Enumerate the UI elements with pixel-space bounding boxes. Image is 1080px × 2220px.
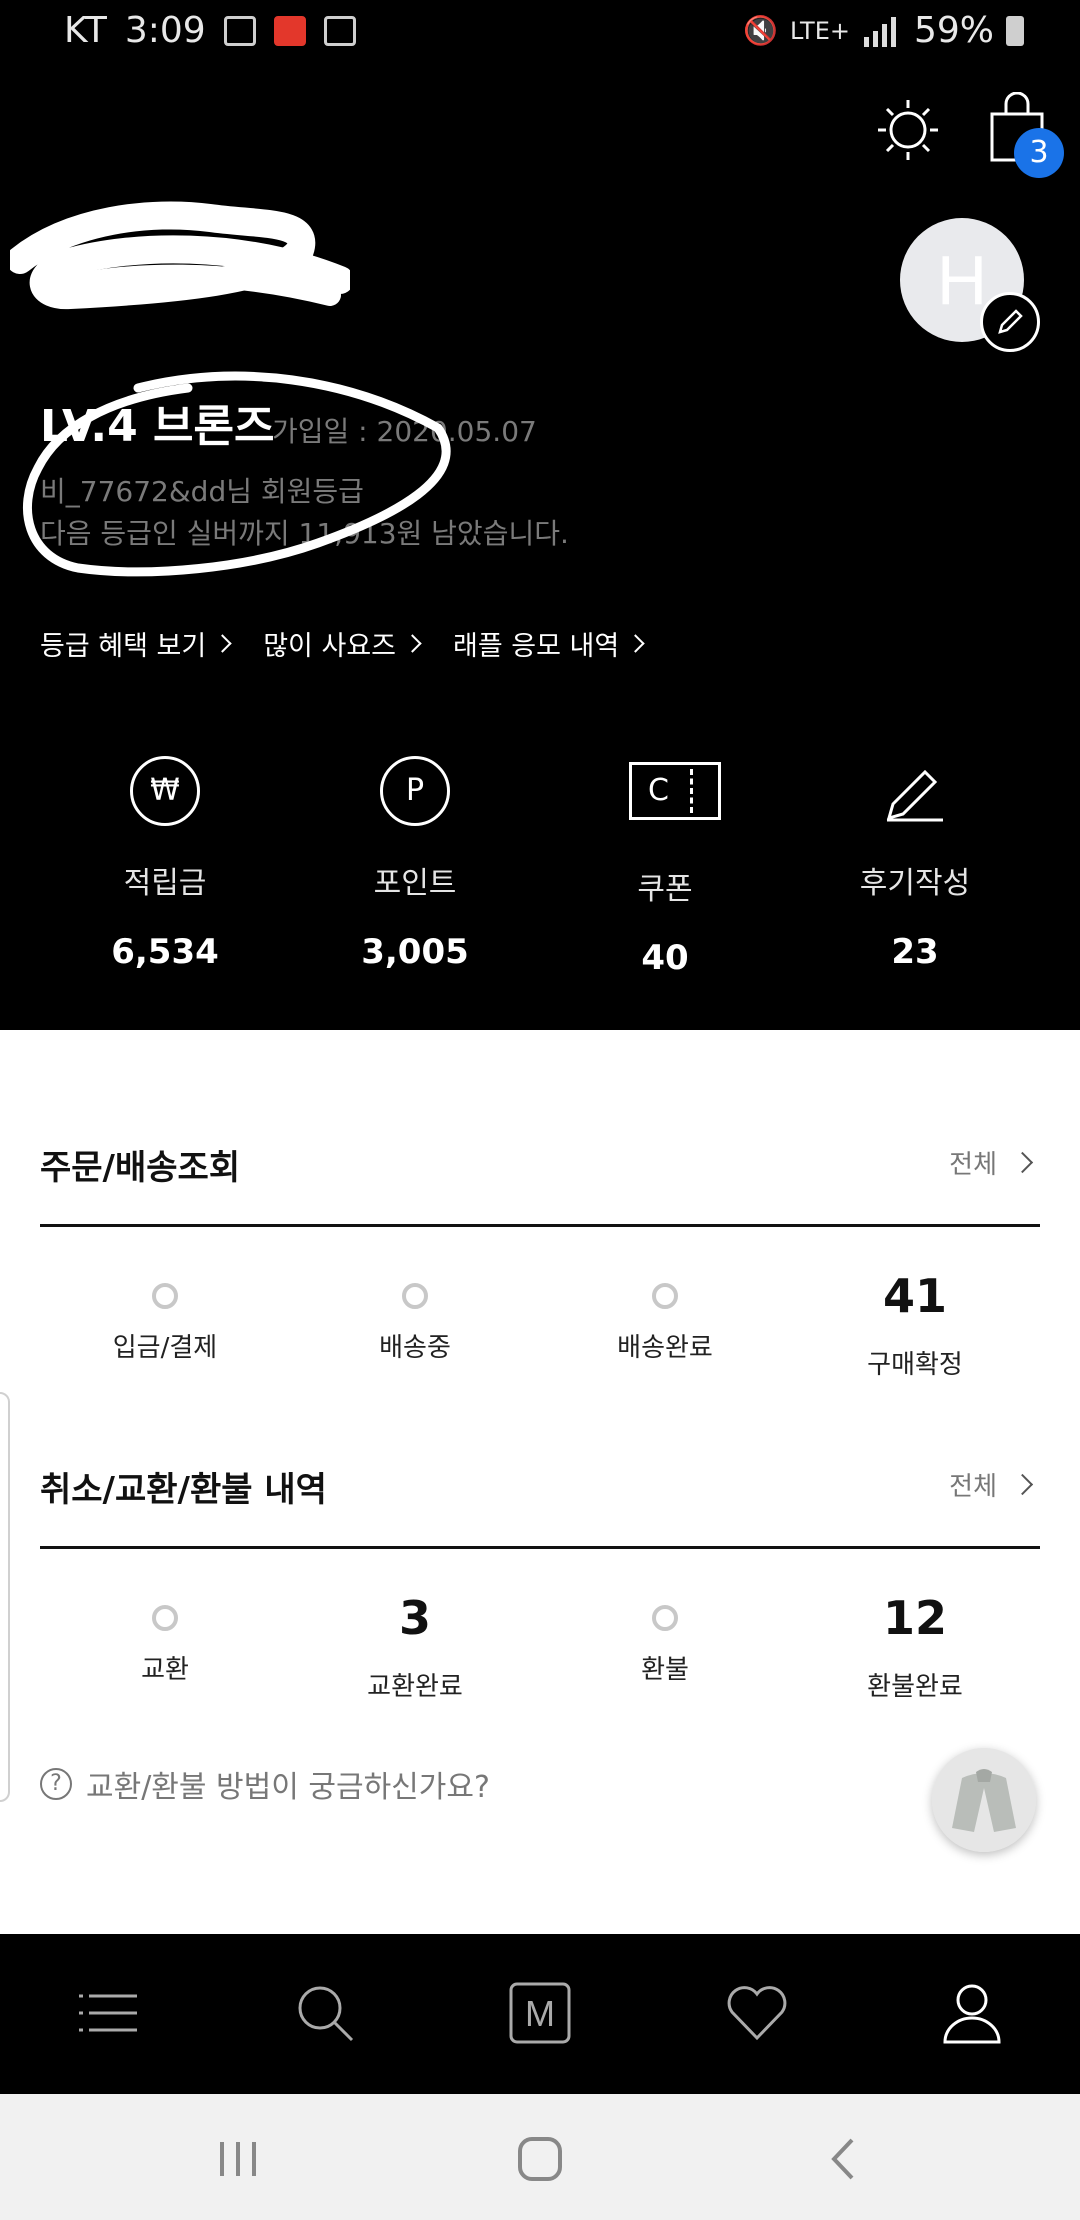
home-icon[interactable] <box>510 2134 570 2184</box>
stat-label: 쿠폰 <box>637 872 693 907</box>
stat-label: 후기작성 <box>859 866 971 901</box>
chevron-right-icon <box>626 634 645 653</box>
status-label: 교환 <box>141 1655 189 1685</box>
status-label: 교환완료 <box>367 1672 463 1702</box>
menu-icon[interactable] <box>73 1978 143 2048</box>
pencil-icon <box>998 309 1023 334</box>
status-label: 환불 <box>641 1655 689 1685</box>
stat-points[interactable]: P 포인트 3,005 <box>290 756 540 972</box>
chevron-right-icon <box>1011 1473 1034 1496</box>
point-icon: P <box>380 756 450 826</box>
question-icon: ? <box>40 1768 72 1800</box>
order-status-shipping[interactable]: 배송중 <box>290 1266 540 1364</box>
heart-icon[interactable] <box>722 1978 792 2048</box>
order-status-confirmed[interactable]: 41 구매확정 <box>790 1266 1040 1381</box>
profile-icon[interactable] <box>937 1978 1007 2048</box>
m-glyph: M <box>525 1993 555 2034</box>
return-status-refund-done[interactable]: 12 환불완료 <box>790 1588 1040 1703</box>
return-status-exchange-done[interactable]: 3 교환완료 <box>290 1588 540 1703</box>
status-label: 입금/결제 <box>112 1333 218 1363</box>
brightness-icon[interactable] <box>876 98 940 162</box>
coupon-icon: C <box>629 762 721 820</box>
recent-product-thumbnail[interactable] <box>932 1748 1036 1852</box>
zero-indicator <box>652 1283 678 1309</box>
zero-indicator <box>152 1605 178 1631</box>
order-status-delivered[interactable]: 배송완료 <box>540 1266 790 1364</box>
grade-benefits-link[interactable]: 등급 혜택 보기 <box>40 624 232 663</box>
stat-value: 23 <box>891 932 939 972</box>
mute-icon: 🔇 <box>743 14 778 47</box>
stats-row: ₩ 적립금 6,534 P 포인트 3,005 C 쿠폰 40 후기작성 23 <box>0 756 1080 978</box>
chevron-right-icon <box>1011 1151 1034 1174</box>
chevron-right-icon <box>403 634 422 653</box>
status-count: 3 <box>398 1591 431 1645</box>
chevron-right-icon <box>213 634 232 653</box>
zero-indicator <box>152 1283 178 1309</box>
pencil-icon <box>886 769 943 822</box>
edit-profile-button[interactable] <box>980 292 1040 352</box>
system-navigation <box>0 2094 1080 2220</box>
jacket-image <box>932 1748 1036 1852</box>
link-label: 많이 사요즈 <box>263 631 397 662</box>
help-text: 교환/환불 방법이 궁금하신가요? <box>86 1770 490 1805</box>
return-status-refund[interactable]: 환불 <box>540 1588 790 1686</box>
orders-title: 주문/배송조회 <box>40 1148 241 1188</box>
see-all-label: 전체 <box>949 1150 997 1180</box>
gallery-icon <box>223 15 256 46</box>
return-status-exchange[interactable]: 교환 <box>40 1588 290 1686</box>
returns-divider <box>40 1546 1040 1549</box>
stat-reviews[interactable]: 후기작성 23 <box>790 756 1040 972</box>
profile-links: 등급 혜택 보기 많이 사요즈 래플 응모 내역 <box>40 624 645 663</box>
orders-divider <box>40 1224 1040 1227</box>
returns-see-all[interactable]: 전체 <box>949 1466 1034 1503</box>
orders-see-all[interactable]: 전체 <box>949 1144 1034 1181</box>
status-bar: KT 3:09 🔇 LTE+ 59% <box>0 0 1080 66</box>
zero-indicator <box>652 1605 678 1631</box>
recent-apps-icon[interactable] <box>208 2134 268 2184</box>
status-count: 12 <box>882 1591 947 1645</box>
stat-value: 3,005 <box>361 932 469 972</box>
bottom-navigation: M <box>0 1934 1080 2094</box>
carrier: KT <box>64 10 107 51</box>
status-count: 41 <box>882 1269 947 1323</box>
stat-label: 포인트 <box>373 866 457 901</box>
status-label: 배송완료 <box>617 1333 713 1363</box>
battery-level: 59% <box>913 10 994 51</box>
stat-coupons[interactable]: C 쿠폰 40 <box>540 756 790 978</box>
returns-title: 취소/교환/환불 내역 <box>40 1470 327 1510</box>
scribble-circle <box>22 371 451 577</box>
side-drawer-handle[interactable] <box>0 1392 10 1802</box>
see-all-label: 전체 <box>949 1472 997 1502</box>
zero-indicator <box>402 1283 428 1309</box>
return-help-link[interactable]: ? 교환/환불 방법이 궁금하신가요? <box>40 1762 490 1806</box>
status-label: 환불완료 <box>867 1672 963 1702</box>
battery-icon <box>1006 15 1024 46</box>
stat-reserve[interactable]: ₩ 적립금 6,534 <box>40 756 290 972</box>
search-icon[interactable] <box>290 1978 360 2048</box>
scribble-redaction <box>10 201 350 310</box>
m-logo-icon[interactable]: M <box>505 1978 575 2048</box>
signal-icon <box>863 16 896 47</box>
cart-count-badge: 3 <box>1014 128 1064 178</box>
raffle-history-link[interactable]: 래플 응모 내역 <box>453 624 645 663</box>
link-label: 등급 혜택 보기 <box>40 631 207 662</box>
back-icon[interactable] <box>814 2134 874 2184</box>
link-label: 래플 응모 내역 <box>453 631 620 662</box>
status-label: 배송중 <box>379 1333 451 1363</box>
stat-value: 40 <box>641 938 689 978</box>
won-icon: ₩ <box>130 756 200 826</box>
megaphone-icon <box>273 15 306 46</box>
clock-icon <box>323 15 356 46</box>
clock: 3:09 <box>124 10 206 51</box>
stat-value: 6,534 <box>111 932 219 972</box>
frequent-buy-link[interactable]: 많이 사요즈 <box>263 624 422 663</box>
network-type: LTE+ <box>789 16 850 45</box>
stat-label: 적립금 <box>123 866 207 901</box>
status-label: 구매확정 <box>867 1350 963 1380</box>
order-status-payment[interactable]: 입금/결제 <box>40 1266 290 1364</box>
